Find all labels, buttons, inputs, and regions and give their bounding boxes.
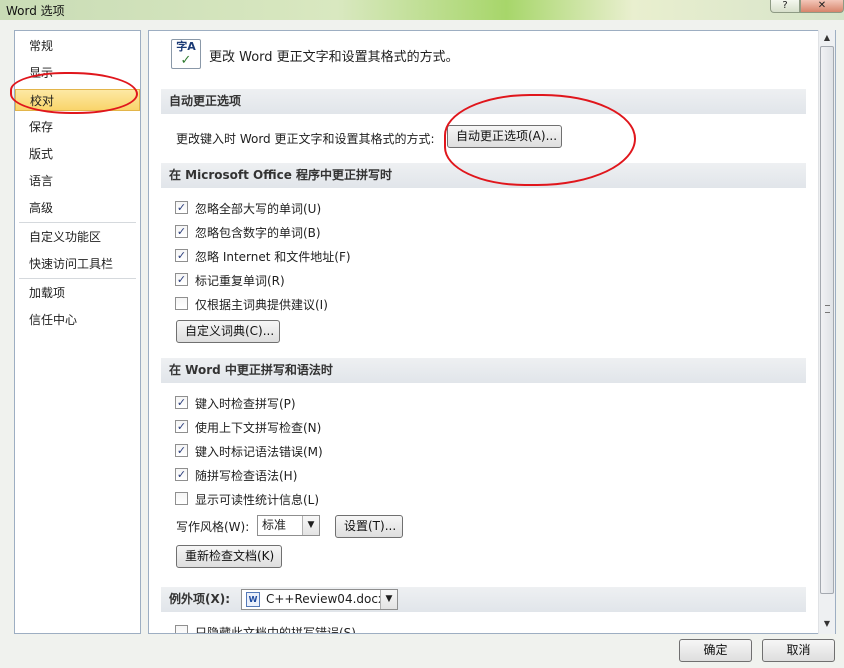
scroll-thumb[interactable] [820,46,834,594]
exceptions-document-select[interactable]: W C++Review04.docx ▼ [241,589,398,610]
close-icon: ✕ [817,0,827,11]
autocorrect-options-button[interactable]: 自动更正选项(A)... [447,125,562,148]
option-label: 仅根据主词典提供建议(I) [195,298,328,312]
section-autocorrect-title: 自动更正选项 [161,89,806,114]
scroll-up-icon[interactable]: ▲ [819,30,835,46]
option-label: 忽略包含数字的单词(B) [195,226,321,240]
nav-item-layout[interactable]: 版式 [15,143,140,165]
window-title: Word 选项 [6,4,65,18]
proofing-abc-check-icon: 字A ✓ [171,39,201,69]
section-office-spelling-title: 在 Microsoft Office 程序中更正拼写时 [161,163,806,188]
option-label: 键入时检查拼写(P) [195,397,296,411]
option-label: 只隐藏此文档中的拼写错误(S) [195,626,356,634]
exceptions-label: 例外项(X): [169,592,231,606]
chevron-down-icon[interactable]: ▼ [302,516,319,535]
ok-button[interactable]: 确定 [679,639,752,662]
option-label: 使用上下文拼写检查(N) [195,421,322,435]
nav-item-language[interactable]: 语言 [15,170,140,192]
checkbox[interactable]: ✓ [175,396,188,409]
option-label: 键入时标记语法错误(M) [195,445,323,459]
nav-item-trust-center[interactable]: 信任中心 [15,309,140,331]
checkbox[interactable]: ✓ [175,444,188,457]
nav-item-save[interactable]: 保存 [15,116,140,138]
option-label: 忽略全部大写的单词(U) [195,202,322,216]
title-bar: Word 选项 ? ✕ [0,0,844,20]
autocorrect-description: 更改键入时 Word 更正文字和设置其格式的方式: [176,132,435,146]
nav-item-advanced[interactable]: 高级 [15,197,140,219]
option-label: 标记重复单词(R) [195,274,285,288]
help-button[interactable]: ? [770,0,800,13]
options-nav: 常规 显示 校对 保存 版式 语言 高级 自定义功能区 快速访问工具栏 加载项 … [14,30,141,634]
nav-divider [19,222,136,223]
nav-divider [19,278,136,279]
chevron-down-icon[interactable]: ▼ [380,590,397,609]
option-label: 忽略 Internet 和文件地址(F) [195,250,351,264]
checkbox[interactable] [175,297,188,310]
writing-style-value: 标准 [262,518,287,532]
word-document-icon: W [246,592,260,607]
writing-style-select[interactable]: 标准 ▼ [257,515,320,536]
checkbox[interactable]: ✓ [175,201,188,214]
proofing-panel: 字A ✓ 更改 Word 更正文字和设置其格式的方式。 自动更正选项 更改键入时… [148,30,836,634]
option-label: 随拼写检查语法(H) [195,469,298,483]
grammar-settings-button[interactable]: 设置(T)... [335,515,403,538]
nav-item-proofing[interactable]: 校对 [15,89,140,111]
grip-icon [825,305,830,313]
checkbox[interactable]: ✓ [175,273,188,286]
nav-item-add-ins[interactable]: 加载项 [15,282,140,304]
check-glyph: ✓ [180,53,192,68]
checkbox[interactable]: ✓ [175,468,188,481]
nav-item-display[interactable]: 显示 [15,62,140,84]
nav-item-customize-ribbon[interactable]: 自定义功能区 [15,226,140,248]
option-label: 显示可读性统计信息(L) [195,493,320,507]
help-icon: ? [782,0,788,11]
recheck-document-button[interactable]: 重新检查文档(K) [176,545,282,568]
icon-text: 字A [176,40,196,53]
close-button[interactable]: ✕ [800,0,844,13]
nav-item-general[interactable]: 常规 [15,35,140,57]
page-description: 更改 Word 更正文字和设置其格式的方式。 [209,50,459,65]
checkbox[interactable] [175,492,188,505]
exceptions-document-name: C++Review04.docx [266,592,386,606]
custom-dictionaries-button[interactable]: 自定义词典(C)... [176,320,280,343]
checkbox[interactable] [175,625,188,633]
checkbox[interactable]: ✓ [175,249,188,262]
dialog-client: 常规 显示 校对 保存 版式 语言 高级 自定义功能区 快速访问工具栏 加载项 … [0,20,844,668]
checkbox[interactable]: ✓ [175,420,188,433]
nav-item-quick-access-toolbar[interactable]: 快速访问工具栏 [15,253,140,275]
cancel-button[interactable]: 取消 [762,639,835,662]
checkbox[interactable]: ✓ [175,225,188,238]
panel-scrollbar[interactable]: ▲ ▼ [818,30,835,634]
scroll-down-icon[interactable]: ▼ [819,616,835,632]
section-word-spelling-title: 在 Word 中更正拼写和语法时 [161,358,806,383]
writing-style-label: 写作风格(W): [176,520,250,534]
